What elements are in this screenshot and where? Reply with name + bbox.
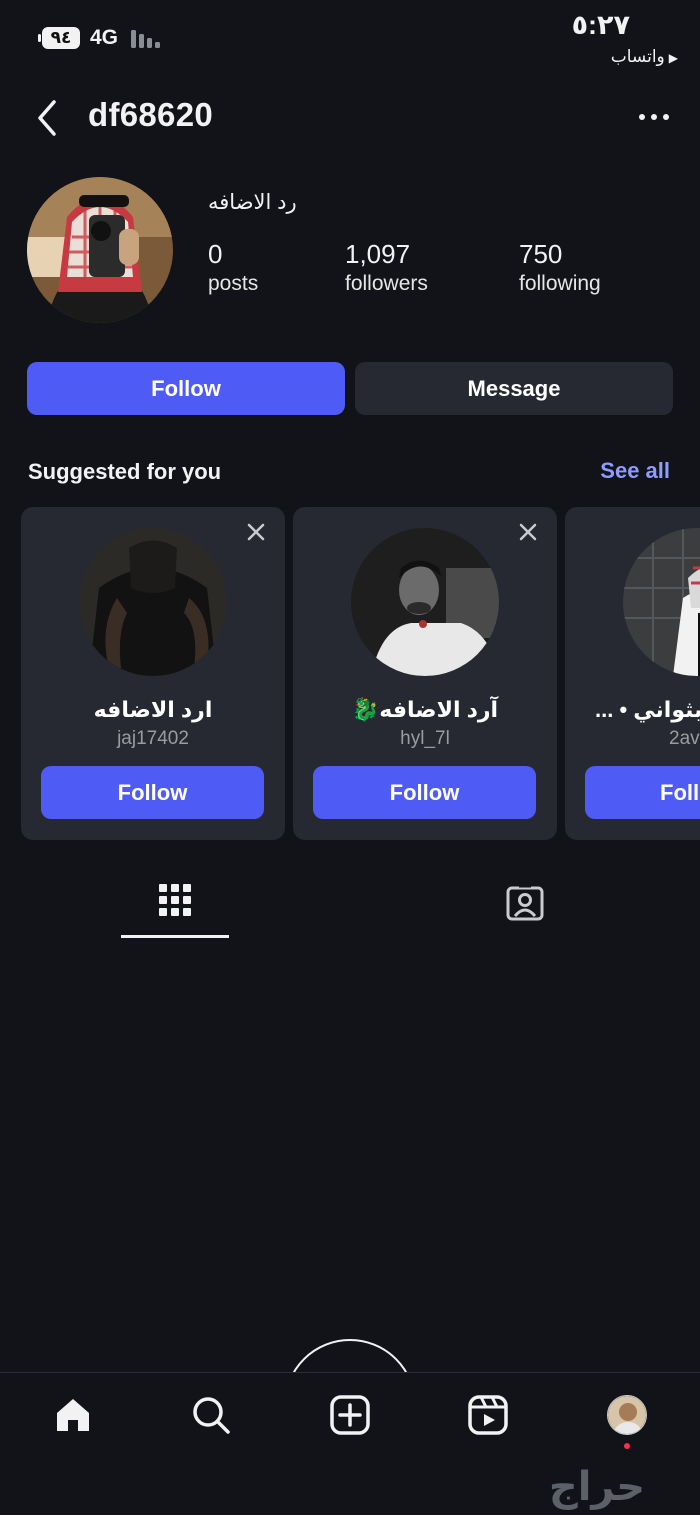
followers-label: followers [345, 272, 428, 295]
followers-stat[interactable]: 1,097 followers [345, 238, 428, 298]
posts-count: 0 [208, 239, 223, 269]
suggested-name: 🐉آرد الاضافه [351, 697, 499, 722]
following-stat[interactable]: 750 following [519, 238, 601, 298]
signal-icon [131, 30, 163, 48]
reels-icon[interactable] [468, 1395, 508, 1435]
suggested-follow-button[interactable]: Follow [41, 766, 264, 819]
suggested-name: ارد الاضافه [93, 697, 213, 722]
follow-button[interactable]: Follow [27, 362, 345, 415]
more-options-icon[interactable] [634, 102, 674, 132]
back-app-label: واتساب [610, 47, 665, 66]
followers-count: 1,097 [345, 239, 411, 269]
play-triangle-icon: ▶ [668, 51, 678, 65]
notification-dot [624, 1443, 630, 1449]
svg-text:حراج: حراج [549, 1464, 645, 1510]
suggested-name: ... • بثواني [595, 697, 700, 722]
suggested-handle: hyl_7l [400, 728, 450, 749]
following-label: following [519, 272, 601, 295]
back-to-app-link[interactable]: واتساب ▶ [611, 47, 678, 67]
following-count: 750 [519, 239, 563, 269]
haraj-watermark-logo: حراج [500, 1464, 695, 1510]
suggested-card[interactable]: ارد الاضافه jaj17402 Follow [21, 507, 285, 840]
suggested-follow-button[interactable]: Follow [585, 766, 700, 819]
suggested-title: Suggested for you [28, 459, 222, 484]
network-type: 4G [90, 26, 119, 49]
back-chevron-icon[interactable] [30, 98, 66, 138]
profile-display-name: رد الاضافه [208, 191, 297, 214]
see-all-link[interactable]: See all [600, 458, 670, 484]
profile-avatar[interactable] [27, 177, 173, 323]
home-icon[interactable] [53, 1395, 93, 1435]
status-time: ٥:٢٧ [571, 10, 630, 40]
posts-stat[interactable]: 0 posts [208, 238, 258, 298]
suggested-avatar[interactable] [351, 528, 499, 676]
create-icon[interactable] [330, 1395, 370, 1435]
suggested-follow-button[interactable]: Follow [313, 766, 536, 819]
message-button[interactable]: Message [355, 362, 673, 415]
battery-indicator: ٩٤ [38, 27, 80, 49]
profile-username: df68620 [88, 96, 214, 133]
search-icon[interactable] [191, 1395, 231, 1435]
suggested-avatar[interactable] [623, 528, 700, 676]
tagged-icon[interactable] [506, 884, 544, 922]
dismiss-close-icon[interactable] [517, 521, 539, 543]
suggested-avatar[interactable] [79, 528, 227, 676]
posts-label: posts [208, 272, 259, 295]
suggested-card[interactable]: ... • بثواني 2av Follow [565, 507, 700, 840]
suggested-handle: 2av [669, 728, 700, 749]
active-tab-indicator [121, 935, 229, 938]
dismiss-close-icon[interactable] [245, 521, 267, 543]
grid-icon[interactable] [158, 882, 192, 922]
battery-level: ٩٤ [42, 27, 80, 49]
suggested-card[interactable]: 🐉آرد الاضافه hyl_7l Follow [293, 507, 557, 840]
profile-avatar-tab[interactable] [607, 1395, 647, 1435]
suggested-handle: jaj17402 [117, 728, 189, 749]
